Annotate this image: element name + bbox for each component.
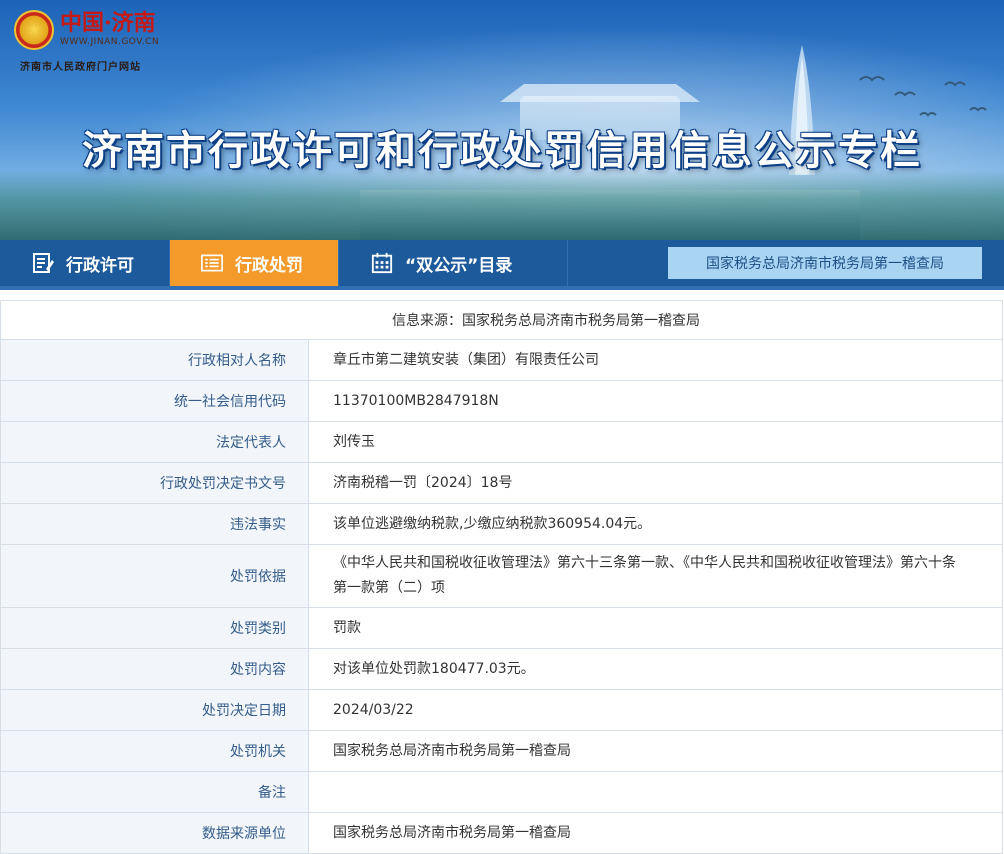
field-value: 国家税务总局济南市税务局第一稽查局 — [308, 812, 1003, 854]
info-source-cell: 信息来源：国家税务总局济南市税务局第一稽查局 — [0, 300, 1003, 340]
site-logo[interactable]: ★ 中国·济南 WWW.JINAN.GOV.CN — [14, 10, 159, 50]
nav-item-label: “双公示”目录 — [405, 255, 513, 276]
field-label: 统一社会信用代码 — [0, 380, 309, 422]
field-value: 济南税稽一罚〔2024〕18号 — [308, 462, 1003, 504]
field-label: 数据来源单位 — [0, 812, 309, 854]
field-label: 处罚机关 — [0, 730, 309, 772]
table-row: 统一社会信用代码 11370100MB2847918N — [0, 380, 1003, 422]
field-label: 备注 — [0, 771, 309, 813]
logo-url: WWW.JINAN.GOV.CN — [60, 37, 160, 47]
national-emblem-icon: ★ — [14, 10, 54, 50]
field-value: 《中华人民共和国税收征收管理法》第六十三条第一款、《中华人民共和国税收征收管理法… — [308, 544, 1003, 608]
table-row: 数据来源单位 国家税务总局济南市税务局第一稽查局 — [0, 812, 1003, 854]
calendar-icon — [371, 252, 393, 274]
logo-subtitle: 济南市人民政府门户网站 — [20, 62, 141, 73]
table-row: 处罚依据 《中华人民共和国税收征收管理法》第六十三条第一款、《中华人民共和国税收… — [0, 544, 1003, 608]
table-row: 法定代表人 刘传玉 — [0, 421, 1003, 463]
field-value: 国家税务总局济南市税务局第一稽查局 — [308, 730, 1003, 772]
nav-item-label: 行政处罚 — [235, 255, 303, 276]
banner-title: 济南市行政许可和行政处罚信用信息公示专栏 — [82, 128, 922, 174]
field-label: 处罚类别 — [0, 607, 309, 649]
penalty-record-table: 信息来源：国家税务总局济南市税务局第一稽查局 行政相对人名称 章丘市第二建筑安装… — [0, 300, 1003, 854]
field-label: 处罚依据 — [0, 544, 309, 608]
field-value: 对该单位处罚款180477.03元。 — [308, 648, 1003, 690]
nav-item-double-publicity-catalog[interactable]: “双公示”目录 — [339, 240, 568, 286]
field-label: 违法事实 — [0, 503, 309, 545]
table-row: 行政处罚决定书文号 济南税稽一罚〔2024〕18号 — [0, 462, 1003, 504]
info-source-value: 国家税务总局济南市税务局第一稽查局 — [462, 313, 700, 329]
field-value: 刘传玉 — [308, 421, 1003, 463]
site-banner: ★ 中国·济南 WWW.JINAN.GOV.CN 济南市人民政府门户网站 济南市… — [0, 0, 1004, 240]
list-icon — [201, 252, 223, 274]
table-row: 行政相对人名称 章丘市第二建筑安装（集团）有限责任公司 — [0, 339, 1003, 381]
main-nav: 行政许可 行政处罚 “双公示”目录 国家税务总局济南市税务局第一稽查局 — [0, 240, 1004, 286]
table-row: 处罚类别 罚款 — [0, 607, 1003, 649]
info-source-label: 信息来源： — [392, 313, 462, 329]
table-row: 违法事实 该单位逃避缴纳税款,少缴应纳税款360954.04元。 — [0, 503, 1003, 545]
field-label: 处罚内容 — [0, 648, 309, 690]
nav-item-admin-license[interactable]: 行政许可 — [0, 240, 170, 286]
field-value: 11370100MB2847918N — [308, 380, 1003, 422]
table-row: 备注 — [0, 771, 1003, 813]
field-label: 法定代表人 — [0, 421, 309, 463]
banner-treeline — [0, 170, 1004, 240]
field-value: 章丘市第二建筑安装（集团）有限责任公司 — [308, 339, 1003, 381]
table-row: 处罚机关 国家税务总局济南市税务局第一稽查局 — [0, 730, 1003, 772]
field-value: 该单位逃避缴纳税款,少缴应纳税款360954.04元。 — [308, 503, 1003, 545]
logo-name: 中国·济南 — [60, 10, 156, 36]
field-label: 行政处罚决定书文号 — [0, 462, 309, 504]
table-row: 处罚决定日期 2024/03/22 — [0, 689, 1003, 731]
nav-item-label: 行政许可 — [66, 255, 134, 276]
field-value: 罚款 — [308, 607, 1003, 649]
nav-current-agency-box[interactable]: 国家税务总局济南市税务局第一稽查局 — [668, 247, 982, 279]
field-label: 行政相对人名称 — [0, 339, 309, 381]
field-label: 处罚决定日期 — [0, 689, 309, 731]
field-value — [308, 771, 1003, 813]
nav-item-admin-penalty[interactable]: 行政处罚 — [170, 240, 339, 286]
info-source-row: 信息来源：国家税务总局济南市税务局第一稽查局 — [0, 300, 1003, 340]
table-row: 处罚内容 对该单位处罚款180477.03元。 — [0, 648, 1003, 690]
document-edit-icon — [32, 252, 54, 274]
field-value: 2024/03/22 — [308, 689, 1003, 731]
